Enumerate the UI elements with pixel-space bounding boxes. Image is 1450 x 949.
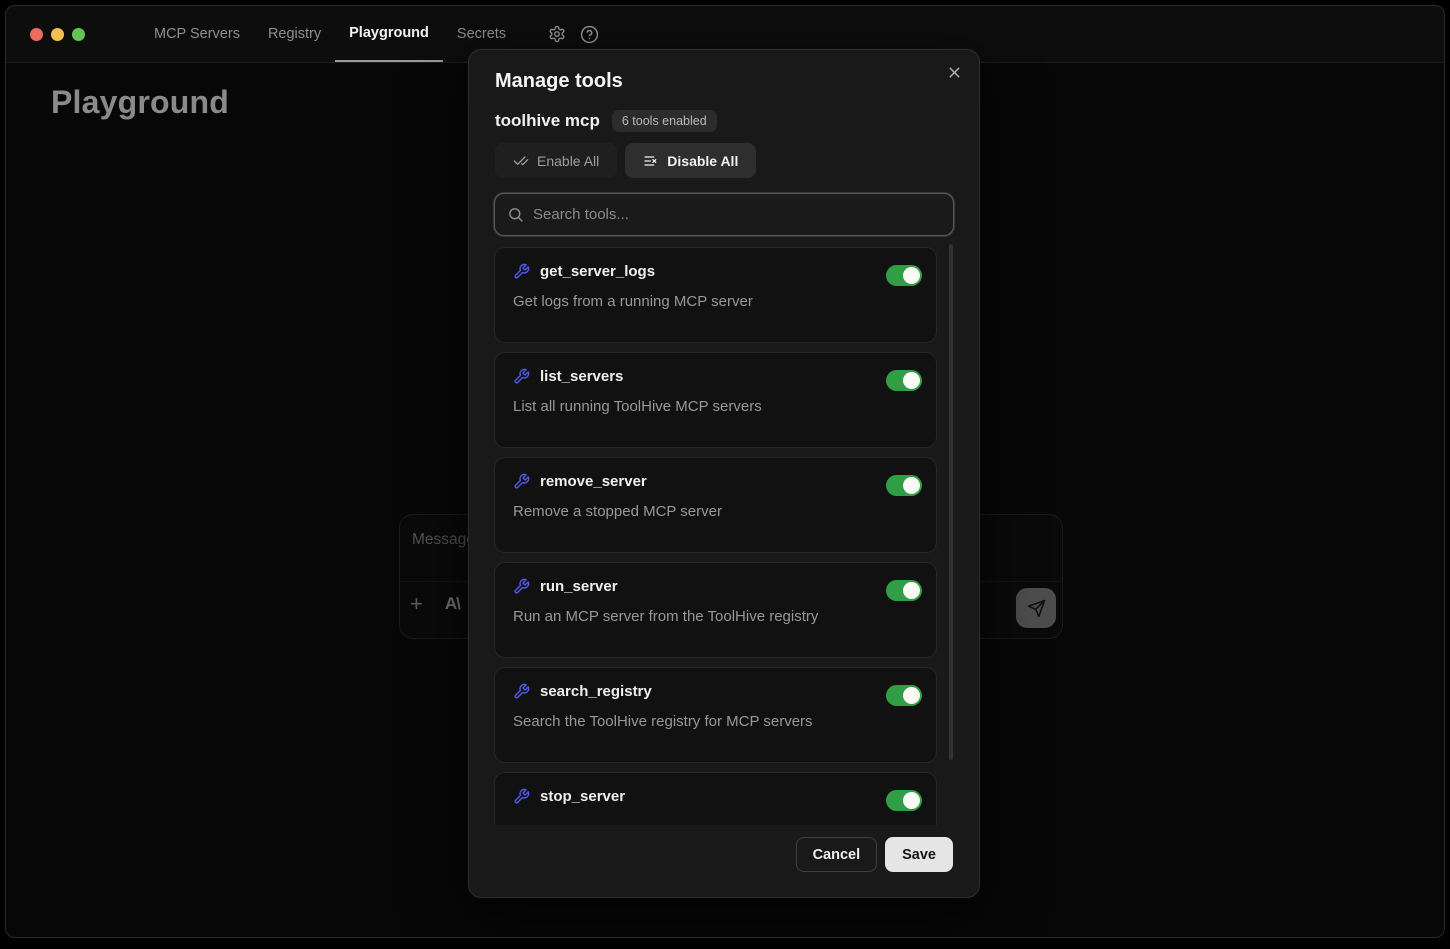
settings-gear-icon[interactable]	[548, 25, 566, 43]
search-tools-box	[494, 193, 954, 236]
wrench-icon	[513, 263, 530, 280]
tool-card-get-server-logs: get_server_logs Get logs from a running …	[494, 247, 937, 343]
search-icon	[507, 206, 524, 223]
nav-item-registry[interactable]: Registry	[254, 6, 335, 62]
wrench-icon	[513, 578, 530, 595]
tool-card-run-server: run_server Run an MCP server from the To…	[494, 562, 937, 658]
tool-name: remove_server	[540, 473, 647, 490]
tool-card-search-registry: search_registry Search the ToolHive regi…	[494, 667, 937, 763]
search-tools-input[interactable]	[533, 206, 941, 223]
tool-toggle-on[interactable]	[886, 580, 922, 601]
tool-name: search_registry	[540, 683, 652, 700]
dialog-title: Manage tools	[495, 70, 623, 93]
tool-card-stop-server: stop_server	[494, 772, 937, 825]
tool-description: List all running ToolHive MCP servers	[513, 398, 918, 415]
enable-all-button[interactable]: Enable All	[495, 143, 617, 178]
wrench-icon	[513, 473, 530, 490]
check-check-icon	[513, 153, 529, 169]
save-button[interactable]: Save	[885, 837, 953, 872]
tool-toggle-on[interactable]	[886, 370, 922, 391]
tool-description: Remove a stopped MCP server	[513, 503, 918, 520]
tool-description: Search the ToolHive registry for MCP ser…	[513, 713, 918, 730]
tool-card-remove-server: remove_server Remove a stopped MCP serve…	[494, 457, 937, 553]
disable-all-button[interactable]: Disable All	[625, 143, 756, 178]
tool-name: get_server_logs	[540, 263, 655, 280]
tool-list[interactable]: get_server_logs Get logs from a running …	[494, 247, 937, 825]
app-window: MCP Servers Registry Playground Secrets …	[5, 5, 1445, 938]
tool-toggle-on[interactable]	[886, 685, 922, 706]
main-nav: MCP Servers Registry Playground Secrets	[140, 6, 520, 62]
tool-description: Run an MCP server from the ToolHive regi…	[513, 608, 918, 625]
close-window-button[interactable]	[30, 28, 43, 41]
tool-toggle-on[interactable]	[886, 475, 922, 496]
wrench-icon	[513, 683, 530, 700]
tools-enabled-badge: 6 tools enabled	[612, 110, 717, 132]
help-icon[interactable]	[580, 25, 599, 44]
tool-name: run_server	[540, 578, 618, 595]
enable-all-label: Enable All	[537, 153, 599, 169]
list-x-icon	[643, 153, 659, 169]
list-scrollbar[interactable]	[949, 244, 953, 760]
tool-name: list_servers	[540, 368, 623, 385]
minimize-window-button[interactable]	[51, 28, 64, 41]
tool-toggle-on[interactable]	[886, 265, 922, 286]
close-icon[interactable]	[946, 64, 963, 86]
nav-item-mcp-servers[interactable]: MCP Servers	[140, 6, 254, 62]
tool-name: stop_server	[540, 788, 625, 805]
tool-toggle-on[interactable]	[886, 790, 922, 811]
disable-all-label: Disable All	[667, 153, 738, 169]
traffic-lights	[30, 28, 85, 41]
wrench-icon	[513, 368, 530, 385]
zoom-window-button[interactable]	[72, 28, 85, 41]
tool-description: Get logs from a running MCP server	[513, 293, 918, 310]
wrench-icon	[513, 788, 530, 805]
nav-item-playground[interactable]: Playground	[335, 6, 443, 62]
cancel-button[interactable]: Cancel	[796, 837, 878, 872]
server-name: toolhive mcp	[495, 111, 600, 131]
manage-tools-dialog: Manage tools toolhive mcp 6 tools enable…	[468, 49, 980, 898]
tool-card-list-servers: list_servers List all running ToolHive M…	[494, 352, 937, 448]
